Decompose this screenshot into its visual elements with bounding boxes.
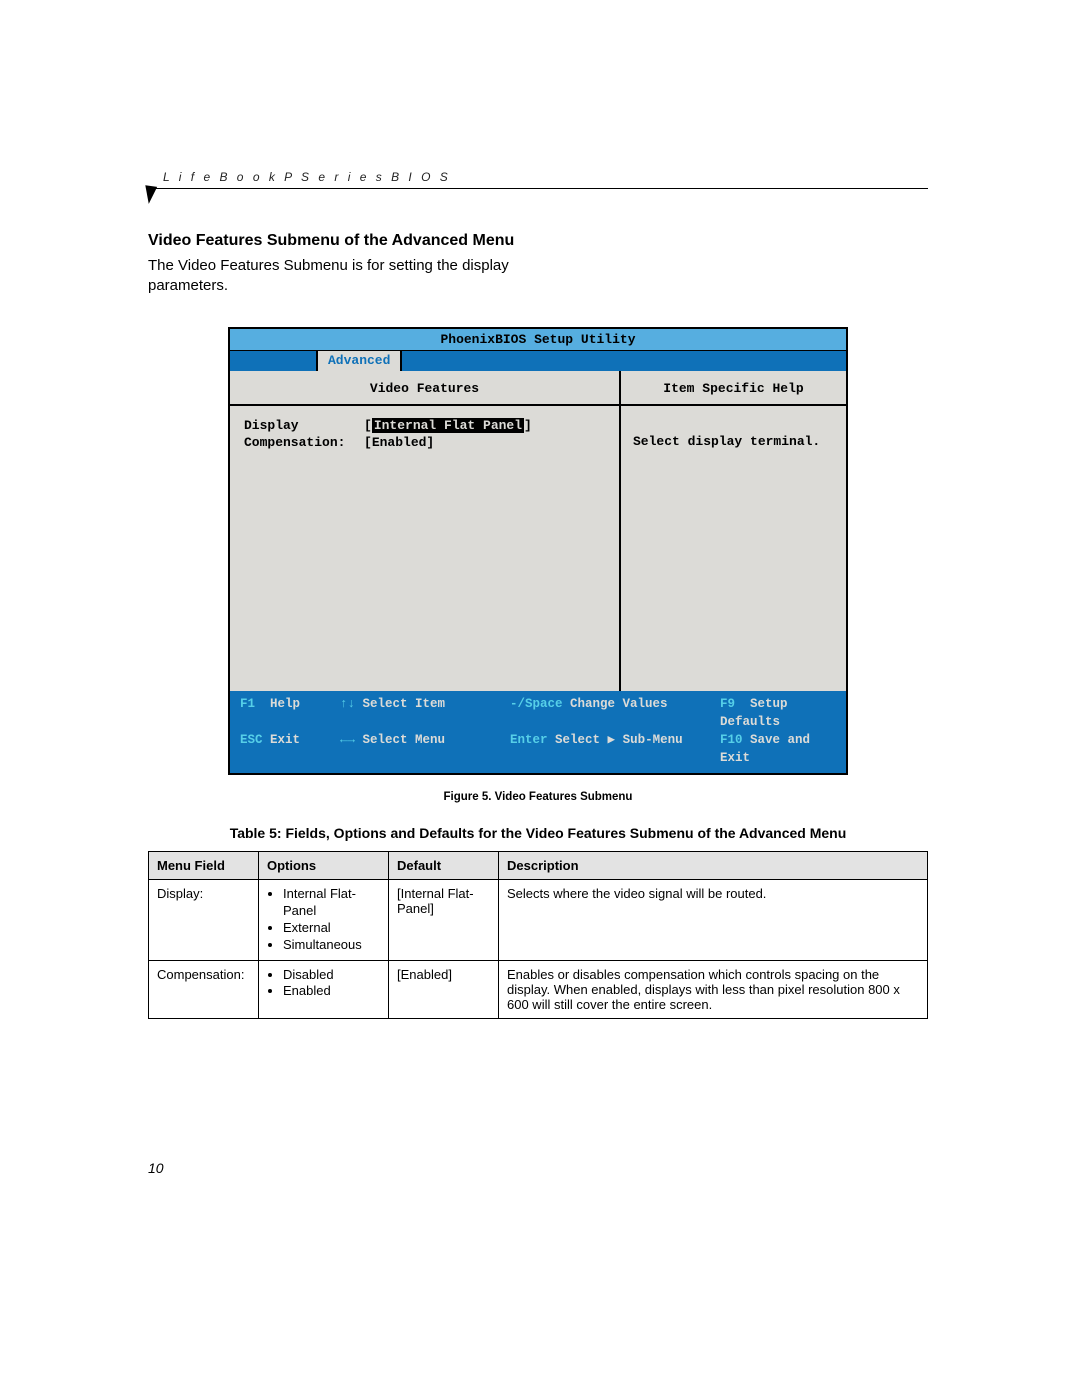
bios-row-display: Display [Internal Flat Panel] [244,418,605,433]
section-title: Video Features Submenu of the Advanced M… [148,232,928,250]
table-header: Menu Field [149,852,259,880]
bios-label: Display [244,418,364,433]
bios-key-esc: ESC [240,733,263,747]
table-header: Default [389,852,499,880]
bios-panel-title: Video Features [230,371,619,406]
bios-value: Enabled [372,435,427,450]
bios-main-panel: Video Features Display [Internal Flat Pa… [230,371,621,691]
table-cell-field: Display: [149,880,259,961]
bios-key-leftright: ←→ [340,733,355,747]
bios-key-label: Select Menu [363,733,446,747]
figure-caption: Figure 5. Video Features Submenu [148,791,928,803]
table-title: Table 5: Fields, Options and Defaults fo… [148,825,928,841]
bios-key-label: Exit [270,733,300,747]
table-cell-field: Compensation: [149,960,259,1018]
bios-value: Internal Flat Panel [372,418,524,433]
list-item: External [283,920,380,937]
list-item: Enabled [283,983,380,1000]
bios-screenshot: PhoenixBIOS Setup Utility Advanced Video… [228,327,848,776]
running-head-block: L i f e B o o k P S e r i e s B I O S [148,168,928,196]
bios-help-panel: Item Specific Help Select display termin… [621,371,846,691]
bios-key-label: Select Item [363,697,446,711]
header-marker-icon [143,185,157,204]
table-cell-default: [Internal Flat-Panel] [389,880,499,961]
section-intro: The Video Features Submenu is for settin… [148,256,528,297]
table-cell-default: [Enabled] [389,960,499,1018]
bios-key-space: -/Space [510,697,563,711]
table-cell-desc: Selects where the video signal will be r… [499,880,928,961]
bios-key-label: Select ▶ Sub-Menu [555,733,683,747]
fields-table: Menu Field Options Default Description D… [148,851,928,1019]
table-header: Description [499,852,928,880]
table-cell-desc: Enables or disables compensation which c… [499,960,928,1018]
bios-row-compensation: Compensation: [Enabled] [244,435,605,450]
page-number: 10 [148,1160,164,1176]
bios-tab-advanced: Advanced [316,351,402,371]
bios-key-f1: F1 [240,697,255,711]
bios-help-title: Item Specific Help [621,371,846,406]
bios-help-text: Select display terminal. [633,434,834,449]
table-cell-options: Disabled Enabled [259,960,389,1018]
list-item: Disabled [283,967,380,984]
bios-label: Compensation: [244,435,364,450]
running-head: L i f e B o o k P S e r i e s B I O S [148,168,928,184]
bios-key-f10: F10 [720,733,743,747]
bios-key-updown: ↑↓ [340,697,355,711]
bios-title: PhoenixBIOS Setup Utility [230,329,846,351]
bios-footer: F1 Help ↑↓ Select Item -/Space Change Va… [230,691,846,774]
list-item: Internal Flat-Panel [283,886,380,920]
table-header: Options [259,852,389,880]
table-cell-options: Internal Flat-Panel External Simultaneou… [259,880,389,961]
list-item: Simultaneous [283,937,380,954]
bios-tab-bar: Advanced [230,351,846,371]
bios-key-enter: Enter [510,733,548,747]
table-row: Compensation: Disabled Enabled [Enabled]… [149,960,928,1018]
bios-key-f9: F9 [720,697,735,711]
header-rule [148,188,928,189]
bios-key-label: Help [270,697,300,711]
bios-key-label: Change Values [570,697,668,711]
table-row: Display: Internal Flat-Panel External Si… [149,880,928,961]
